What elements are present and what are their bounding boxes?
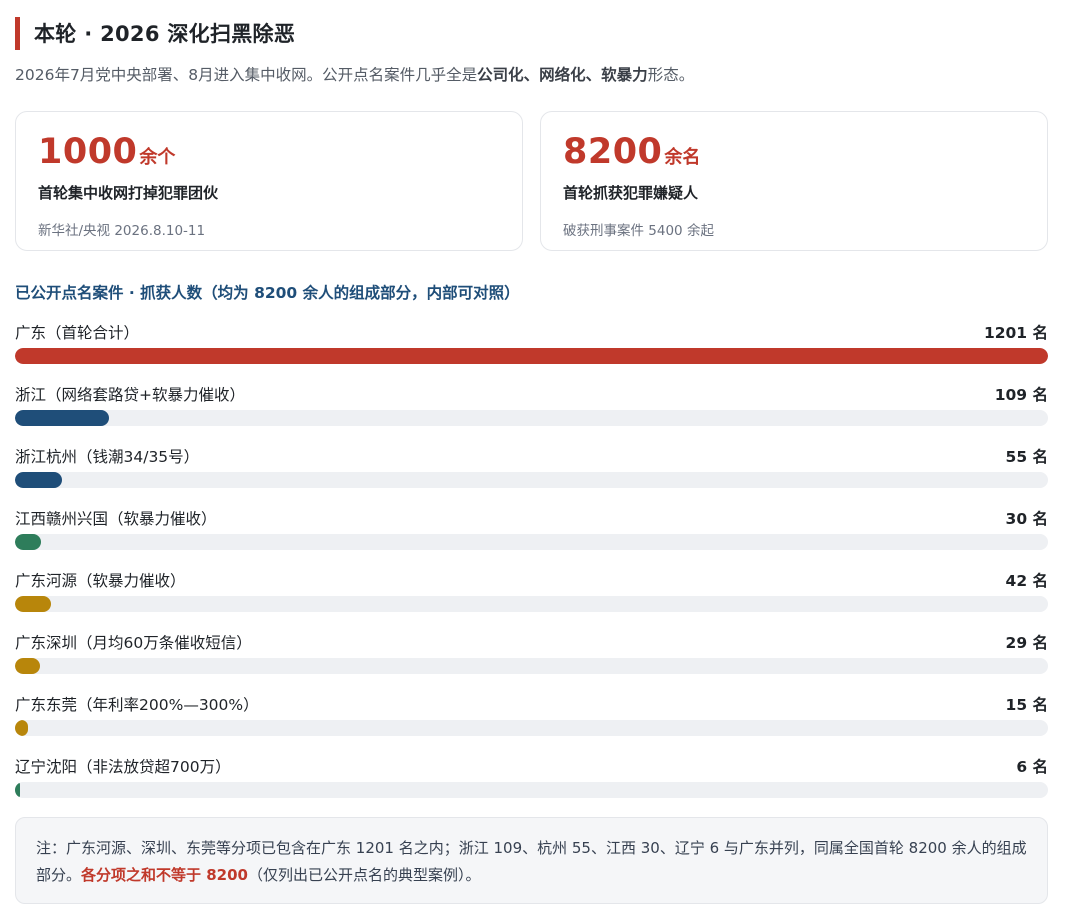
chart-title: 已公开点名案件 · 抓获人数（均为 8200 余人的组成部分，内部可对照） <box>15 284 520 302</box>
arrests-bar-chart: 广东（首轮合计） 1201 名浙江（网络套路贷+软暴力催收） 109 名浙江杭州（钱… <box>15 318 1048 814</box>
subtitle-text: 2026年7月党中央部署、8月进入集中收网。公开点名案件几乎全是 <box>15 66 478 84</box>
bar <box>15 348 1048 364</box>
bar-track <box>15 534 1048 550</box>
footnote-highlight: 各分项之和不等于 8200 <box>81 866 248 884</box>
bar-label: 广东河源（软暴力催收） <box>15 572 186 590</box>
footnote-text-end: （仅列出已公开点名的典型案例）。 <box>248 866 481 884</box>
bar-row: 浙江（网络套路贷+软暴力催收） 109 名 <box>15 380 1048 442</box>
stat-value: 8200 <box>563 132 663 172</box>
bar <box>15 472 62 488</box>
bar-row: 广东（首轮合计） 1201 名 <box>15 318 1048 380</box>
bar-row: 广东东莞（年利率200%—300%） 15 名 <box>15 690 1048 752</box>
bar-value-label: 6 名 <box>1016 758 1048 776</box>
bar-value-label: 55 名 <box>1005 448 1048 466</box>
bar-row: 江西赣州兴国（软暴力催收） 30 名 <box>15 504 1048 566</box>
stat-number: 1000 余个 <box>38 132 500 172</box>
stat-unit: 余个 <box>139 147 176 168</box>
page-header: 本轮 · 2026 深化扫黑除恶 <box>15 16 295 50</box>
bar <box>15 596 51 612</box>
bar <box>15 410 109 426</box>
stat-value: 1000 <box>38 132 138 172</box>
bar-row: 广东河源（软暴力催收） 42 名 <box>15 566 1048 628</box>
stat-card-suspects: 8200 余名 首轮抓获犯罪嫌疑人 破获刑事案件 5400 余起 <box>540 111 1048 251</box>
bar <box>15 658 40 674</box>
stat-label: 首轮抓获犯罪嫌疑人 <box>563 184 699 202</box>
bar-track <box>15 410 1048 426</box>
bar-track <box>15 596 1048 612</box>
bar-row: 辽宁沈阳（非法放贷超700万） 6 名 <box>15 752 1048 814</box>
bar-track <box>15 472 1048 488</box>
subtitle-text-end: 形态。 <box>647 66 695 84</box>
stat-unit: 余名 <box>664 147 701 168</box>
bar-value-label: 30 名 <box>1005 510 1048 528</box>
bar <box>15 720 28 736</box>
subtitle-highlight: 公司化、网络化、软暴力 <box>477 66 648 84</box>
bar-value-label: 29 名 <box>1005 634 1048 652</box>
bar-track <box>15 348 1048 364</box>
bar-value-label: 1201 名 <box>983 324 1048 342</box>
bar-label: 广东深圳（月均60万条催收短信） <box>15 634 252 652</box>
bar-label: 广东（首轮合计） <box>15 324 140 342</box>
bar-value-label: 42 名 <box>1005 572 1048 590</box>
stat-source: 破获刑事案件 5400 余起 <box>563 223 714 239</box>
bar-label: 江西赣州兴国（软暴力催收） <box>15 510 217 528</box>
bar-label: 浙江（网络套路贷+软暴力催收） <box>15 386 245 404</box>
stat-label: 首轮集中收网打掉犯罪团伙 <box>38 184 219 202</box>
bar-track <box>15 720 1048 736</box>
stat-source: 新华社/央视 2026.8.10-11 <box>38 223 206 239</box>
bar-value-label: 15 名 <box>1005 696 1048 714</box>
bar-label: 浙江杭州（钱潮34/35号） <box>15 448 200 466</box>
title-accent-bar <box>15 16 20 50</box>
page-title: 本轮 · 2026 深化扫黑除恶 <box>34 22 296 46</box>
stat-card-gangs: 1000 余个 首轮集中收网打掉犯罪团伙 新华社/央视 2026.8.10-11 <box>15 111 523 251</box>
bar <box>15 534 41 550</box>
bar-track <box>15 782 1048 798</box>
bar-label: 辽宁沈阳（非法放贷超700万） <box>15 758 231 776</box>
bar-label: 广东东莞（年利率200%—300%） <box>15 696 259 714</box>
bar-track <box>15 658 1048 674</box>
footnote-box: 注：广东河源、深圳、东莞等分项已包含在广东 1201 名之内；浙江 109、杭州… <box>15 817 1048 904</box>
stat-number: 8200 余名 <box>563 132 1025 172</box>
bar-value-label: 109 名 <box>994 386 1048 404</box>
bar-row: 广东深圳（月均60万条催收短信） 29 名 <box>15 628 1048 690</box>
bar-row: 浙江杭州（钱潮34/35号） 55 名 <box>15 442 1048 504</box>
bar <box>15 782 20 798</box>
page-subtitle: 2026年7月党中央部署、8月进入集中收网。公开点名案件几乎全是公司化、网络化、… <box>15 63 694 85</box>
